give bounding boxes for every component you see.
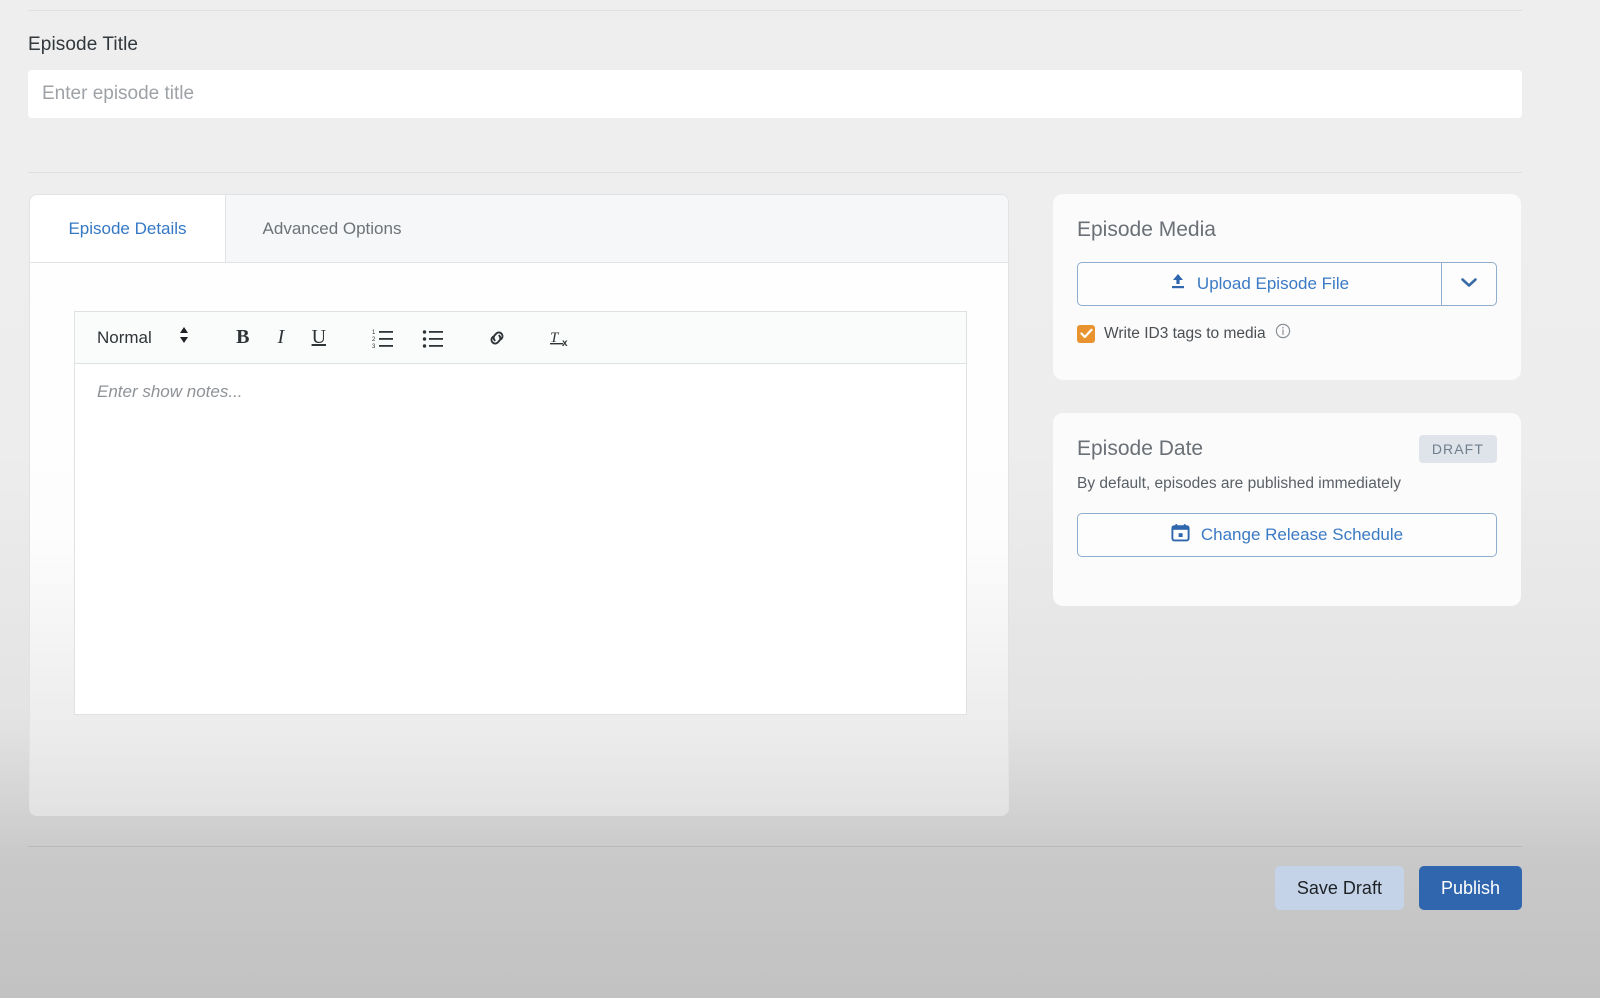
upload-episode-file-button[interactable]: Upload Episode File <box>1077 262 1497 306</box>
tab-advanced-options[interactable]: Advanced Options <box>226 195 438 262</box>
svg-text:1: 1 <box>372 330 376 336</box>
id3-tags-row: Write ID3 tags to media <box>1077 323 1497 344</box>
ordered-list-icon[interactable]: 1 2 3 <box>364 321 402 355</box>
format-select-label: Normal <box>97 327 152 347</box>
episode-media-card: Episode Media Upload Episode File Write … <box>1053 194 1521 380</box>
episode-media-content: Episode Media Upload Episode File Write … <box>1053 194 1521 344</box>
change-release-schedule-label: Change Release Schedule <box>1200 525 1404 544</box>
tab-episode-details[interactable]: Episode Details <box>30 195 226 262</box>
id3-tags-checkbox[interactable] <box>1077 324 1095 343</box>
upload-episode-file-main[interactable]: Upload Episode File <box>1078 263 1441 305</box>
episode-details-panel: Episode Details Advanced Options Normal <box>29 194 1009 816</box>
id3-tags-label: Write ID3 tags to media <box>1104 324 1266 342</box>
show-notes-input[interactable]: Enter show notes... <box>74 363 967 715</box>
svg-text:x: x <box>562 338 568 349</box>
upload-icon <box>1170 273 1186 295</box>
top-divider <box>28 10 1522 11</box>
status-badge: DRAFT <box>1418 435 1497 463</box>
episode-date-description: By default, episodes are published immed… <box>1077 475 1401 492</box>
change-release-schedule-main[interactable]: Change Release Schedule <box>1078 514 1496 556</box>
chevron-down-icon <box>1460 275 1478 293</box>
info-icon[interactable] <box>1275 323 1291 344</box>
tab-bar-filler <box>438 195 1008 262</box>
upload-episode-file-label: Upload Episode File <box>1196 274 1350 293</box>
bullet-list-icon[interactable] <box>414 321 452 355</box>
underline-icon[interactable]: U <box>300 321 338 355</box>
episode-title-input[interactable] <box>28 70 1522 118</box>
svg-text:2: 2 <box>372 337 376 343</box>
italic-icon[interactable]: I <box>262 321 300 355</box>
publish-button[interactable]: Publish <box>1418 866 1522 910</box>
tab-bar: Episode Details Advanced Options <box>30 195 1008 263</box>
tab-episode-details-label: Episode Details <box>68 218 187 238</box>
change-release-schedule-button[interactable]: Change Release Schedule <box>1077 513 1497 557</box>
footer-actions: Save Draft Publish <box>1274 866 1522 910</box>
save-draft-button[interactable]: Save Draft <box>1274 866 1404 910</box>
episode-date-content: Episode Date DRAFT By default, episodes … <box>1053 413 1521 557</box>
show-notes-editor: Normal B I U 1 2 3 T x Enter show notes.… <box>74 311 967 715</box>
editor-toolbar: Normal B I U 1 2 3 T x <box>74 311 967 363</box>
episode-title-section: Episode Title <box>28 34 1522 118</box>
svg-text:3: 3 <box>372 344 376 348</box>
footer-divider <box>28 846 1522 847</box>
upload-options-dropdown[interactable] <box>1441 263 1496 305</box>
bold-icon[interactable]: B <box>224 321 262 355</box>
calendar-icon <box>1171 523 1190 547</box>
title-content-divider <box>28 172 1522 173</box>
show-notes-placeholder: Enter show notes... <box>97 382 243 401</box>
episode-title-label: Episode Title <box>28 34 139 55</box>
format-select[interactable]: Normal <box>97 325 190 350</box>
stepper-updown-icon <box>178 325 190 350</box>
tab-advanced-options-label: Advanced Options <box>262 218 402 238</box>
link-icon[interactable] <box>478 321 516 355</box>
episode-date-card: Episode Date DRAFT By default, episodes … <box>1053 413 1521 606</box>
episode-media-title: Episode Media <box>1077 218 1216 241</box>
clear-format-icon[interactable]: T x <box>542 321 580 355</box>
episode-editor-page: Episode Title Episode Details Advanced O… <box>0 0 1600 998</box>
